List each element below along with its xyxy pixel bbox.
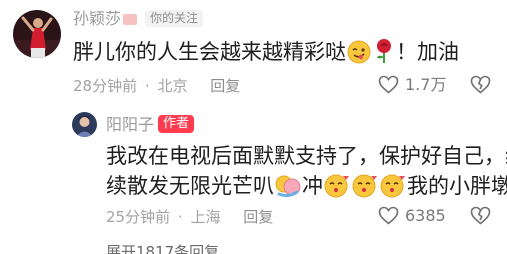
avatar-image <box>72 112 97 137</box>
meta-separator: · <box>144 77 150 95</box>
dislike-button[interactable] <box>470 206 491 229</box>
comment-text: 胖儿你的人生会越来越精彩哒 ！加油 <box>73 37 493 72</box>
kiss-emoji-icon <box>324 174 350 206</box>
like-count: 1.7万 <box>405 74 447 94</box>
username[interactable]: 阳阳子 <box>106 116 154 134</box>
comment-meta: 25分钟前 · 上海 回复 <box>106 208 273 226</box>
reply-button[interactable]: 回复 <box>210 77 240 95</box>
comment-text-part: 胖儿你的人生会越来越精彩哒 <box>73 40 346 64</box>
broken-heart-icon <box>470 206 491 225</box>
kiss-emoji-icon <box>352 174 378 206</box>
broken-heart-icon <box>470 75 491 94</box>
hug-emoji-icon <box>275 174 301 206</box>
comment-text: 我改在电视后面默默支持了，保护好自己，继 续散发无限光芒叭 冲 我的小胖墩 <box>106 141 507 206</box>
meta-separator: · <box>177 208 183 226</box>
comment-text-part: 冲 <box>302 174 323 198</box>
comment-location: 上海 <box>190 208 221 226</box>
wink-emoji-icon <box>347 40 371 72</box>
avatar-image <box>13 10 61 58</box>
expand-replies-button[interactable]: 展开1817条回复 <box>106 243 219 254</box>
kiss-emoji-icon <box>380 174 406 206</box>
like-button[interactable]: 6385 <box>378 206 446 225</box>
comment-meta: 28分钟前 · 北京 回复 <box>73 77 240 95</box>
like-count: 6385 <box>405 205 446 225</box>
comment-thread: 孙颖莎 你的关注 胖儿你的人生会越来越精彩哒 ！加油 28分钟前 · 北京 回复 … <box>0 0 507 254</box>
comment-text-part: 我的小胖墩 <box>407 174 507 198</box>
heart-icon <box>378 75 399 94</box>
comment-text-part: ！加油 <box>396 40 459 64</box>
comment-location: 北京 <box>157 77 188 95</box>
like-button[interactable]: 1.7万 <box>378 75 446 94</box>
comment-time: 28分钟前 <box>73 77 138 95</box>
rose-emoji-icon <box>373 38 395 72</box>
expand-replies-label: 展开1817条回复 <box>106 243 220 254</box>
reply-button[interactable]: 回复 <box>243 208 273 226</box>
username[interactable]: 孙颖莎 <box>73 10 121 28</box>
author-badge: 作者 <box>158 115 195 133</box>
comment-text-line: 续散发无限光芒叭 冲 我的小胖墩 <box>106 171 507 206</box>
avatar[interactable] <box>72 112 97 137</box>
dislike-button[interactable] <box>470 75 491 98</box>
heart-icon <box>378 206 399 225</box>
comment-time: 25分钟前 <box>106 208 171 226</box>
avatar[interactable] <box>13 10 61 58</box>
following-badge: 你的关注 <box>145 10 204 27</box>
comment-text-part: 续散发无限光芒叭 <box>106 174 274 198</box>
comment-text-line: 我改在电视后面默默支持了，保护好自己，继 <box>106 144 507 168</box>
verified-flag-icon <box>123 14 137 25</box>
